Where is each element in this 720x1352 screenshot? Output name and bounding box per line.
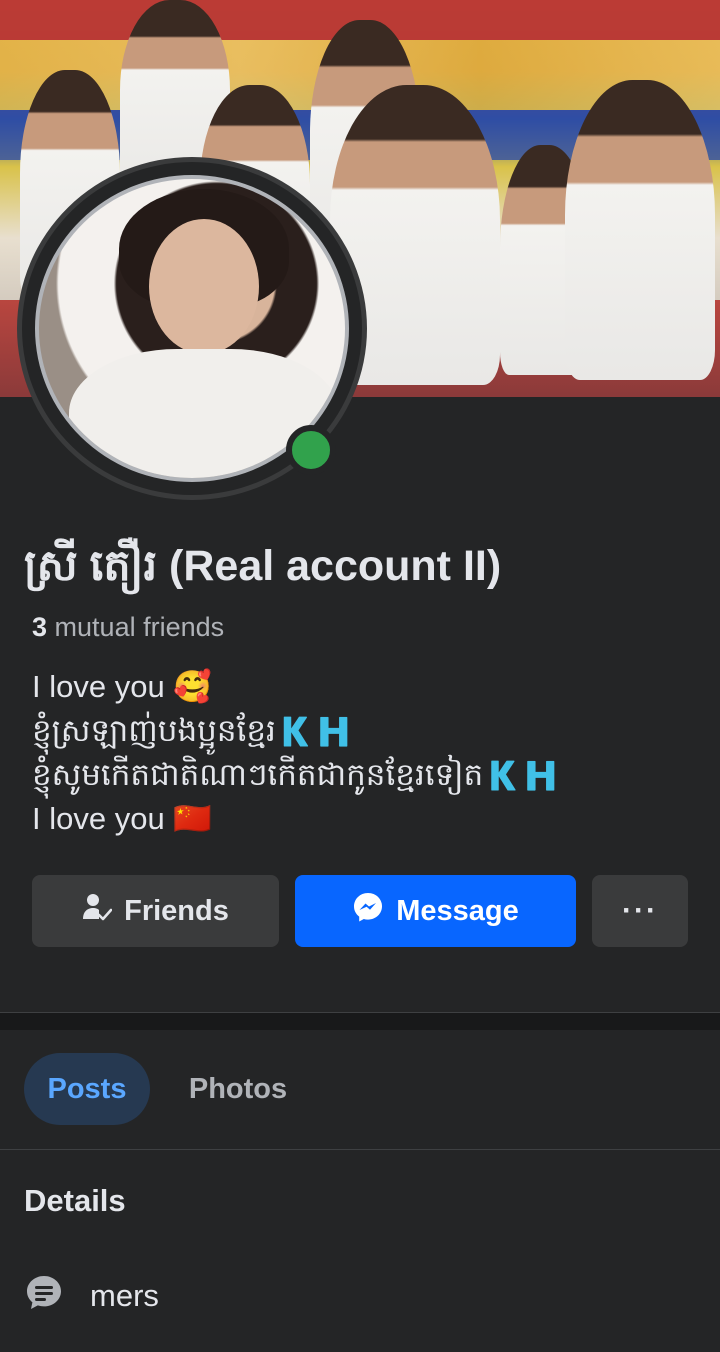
friend-check-icon xyxy=(82,892,113,930)
friends-button-label: Friends xyxy=(124,894,229,927)
message-button[interactable]: Message xyxy=(295,875,576,947)
bio-line: I love you 🇨🇳 xyxy=(32,801,212,836)
bio-line: ខ្ញុំសូមកើតជាតិណាៗកើតជាកូនខ្មែរទៀត🇰🇭 xyxy=(32,757,561,792)
profile-name: ស្រី តឿរ (Real account II) xyxy=(24,542,502,590)
tab-posts-label: Posts xyxy=(47,1072,127,1105)
friends-button[interactable]: Friends xyxy=(32,875,279,947)
online-status-indicator xyxy=(286,425,336,475)
profile-photo-face xyxy=(149,219,259,354)
detail-item-text: mers xyxy=(90,1277,159,1313)
tab-posts[interactable]: Posts xyxy=(24,1053,150,1125)
bio-line: ខ្ញុំស្រឡាញ់បងប្អូនខ្មែរ🇰🇭 xyxy=(32,713,354,748)
mutual-friends-count: 3 xyxy=(32,612,48,642)
message-button-label: Message xyxy=(396,894,519,927)
tab-photos[interactable]: Photos xyxy=(170,1053,306,1125)
mutual-friends-label: mutual friends xyxy=(54,612,225,642)
tab-photos-label: Photos xyxy=(188,1072,288,1105)
profile-bio: I love you 🥰 ខ្ញុំស្រឡាញ់បងប្អូនខ្មែរ🇰🇭 … xyxy=(32,665,560,841)
more-options-button[interactable]: ··· xyxy=(592,875,688,947)
tabs-divider xyxy=(0,1149,720,1150)
section-divider xyxy=(0,1012,720,1030)
cover-person xyxy=(565,80,715,380)
details-heading: Details xyxy=(24,1183,126,1218)
detail-item: mers xyxy=(24,1273,159,1318)
more-options-icon: ··· xyxy=(622,894,658,927)
chat-bubble-icon xyxy=(24,1273,64,1318)
mutual-friends[interactable]: 3 mutual friends xyxy=(32,612,224,643)
messenger-icon xyxy=(352,891,384,931)
bio-line: I love you 🥰 xyxy=(32,669,212,704)
